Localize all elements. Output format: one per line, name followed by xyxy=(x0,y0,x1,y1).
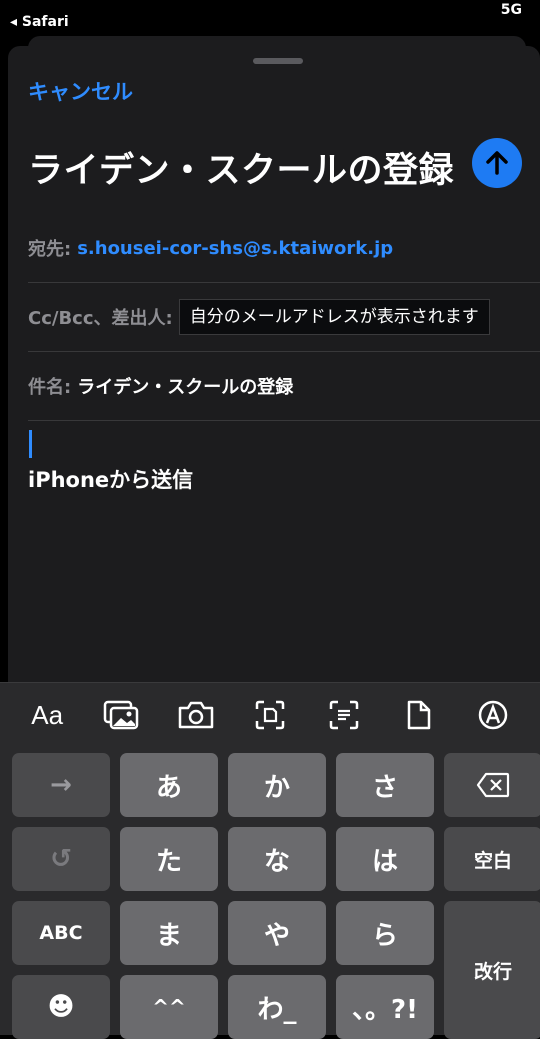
to-recipient[interactable]: s.housei-cor-shs@s.ktaiwork.jp xyxy=(77,238,393,259)
key-label: ABC xyxy=(39,922,83,944)
cc-bcc-from-label: Cc/Bcc、差出人: xyxy=(28,308,173,329)
key-delete[interactable] xyxy=(444,753,540,817)
key-label: わ_ xyxy=(257,994,297,1025)
sheet-grabber[interactable] xyxy=(253,58,303,64)
send-button[interactable] xyxy=(472,138,522,188)
markup-icon xyxy=(478,700,508,730)
scan-text-button[interactable] xyxy=(248,693,292,737)
attach-document-button[interactable] xyxy=(397,693,441,737)
photo-library-icon xyxy=(104,700,139,730)
format-text-label: Aa xyxy=(31,699,64,730)
key-wa[interactable]: わ_ xyxy=(228,975,326,1039)
delete-icon xyxy=(476,772,510,798)
key-emoji[interactable]: ☻ xyxy=(12,975,110,1039)
scan-text-icon xyxy=(255,700,285,730)
key-punctuation[interactable]: 、。?! xyxy=(336,975,434,1039)
keyboard: Aa → あ か さ ↺ た な は 空白 ABC ま や ら 改行 ☻ ^^ … xyxy=(0,682,540,1039)
text-cursor xyxy=(29,430,32,458)
camera-button[interactable] xyxy=(174,693,218,737)
arrow-up-icon xyxy=(486,151,508,175)
subject-field-row[interactable]: 件名: ライデン・スクールの登録 xyxy=(28,352,540,421)
key-a[interactable]: あ xyxy=(120,753,218,817)
emoji-icon: ☻ xyxy=(47,992,75,1022)
cc-bcc-from-row[interactable]: Cc/Bcc、差出人: 自分のメールアドレスが表示されます xyxy=(28,283,540,352)
markup-button[interactable] xyxy=(471,693,515,737)
body-signature[interactable]: iPhoneから送信 xyxy=(28,464,193,494)
key-ka[interactable]: か xyxy=(228,753,326,817)
key-na[interactable]: な xyxy=(228,827,326,891)
from-address-field[interactable]: 自分のメールアドレスが表示されます xyxy=(178,299,490,335)
key-label: か xyxy=(263,772,290,803)
camera-icon xyxy=(178,701,213,729)
key-label: 改行 xyxy=(473,960,512,983)
key-label: さ xyxy=(371,772,398,803)
key-ta[interactable]: た xyxy=(120,827,218,891)
key-label: 、。?! xyxy=(352,994,418,1025)
key-label: あ xyxy=(155,772,182,803)
document-icon xyxy=(407,700,430,730)
key-undo[interactable]: ↺ xyxy=(12,827,110,891)
keyboard-toolbar: Aa xyxy=(0,683,540,747)
status-network: 5G xyxy=(500,2,522,18)
key-ya[interactable]: や xyxy=(228,901,326,965)
cancel-button[interactable]: キャンセル xyxy=(28,76,133,106)
key-label: や xyxy=(263,920,290,951)
compose-title: ライデン・スクールの登録 xyxy=(28,151,455,191)
key-label: た xyxy=(155,846,182,877)
format-text-button[interactable]: Aa xyxy=(25,693,69,737)
undo-icon: ↺ xyxy=(50,844,72,874)
arrow-right-icon: → xyxy=(50,770,72,800)
key-ra[interactable]: ら xyxy=(336,901,434,965)
key-label: ま xyxy=(155,920,182,951)
key-label: ^^ xyxy=(152,995,186,1019)
key-label: は xyxy=(371,846,398,877)
key-kaomoji[interactable]: ^^ xyxy=(120,975,218,1039)
key-label: ら xyxy=(371,920,398,951)
key-abc[interactable]: ABC xyxy=(12,901,110,965)
subject-input[interactable]: ライデン・スクールの登録 xyxy=(77,373,293,399)
photo-library-button[interactable] xyxy=(99,693,143,737)
scan-document-icon xyxy=(330,700,359,730)
back-to-safari[interactable]: ◂ Safari xyxy=(10,14,69,30)
to-field-row[interactable]: 宛先: s.housei-cor-shs@s.ktaiwork.jp xyxy=(28,214,540,283)
subject-label: 件名: xyxy=(28,377,72,398)
key-space[interactable]: 空白 xyxy=(444,827,540,891)
scan-document-button[interactable] xyxy=(322,693,366,737)
key-arrow-right[interactable]: → xyxy=(12,753,110,817)
key-label: な xyxy=(263,846,290,877)
key-sa[interactable]: さ xyxy=(336,753,434,817)
key-label: 空白 xyxy=(473,849,512,872)
key-return[interactable]: 改行 xyxy=(444,901,540,1039)
key-ha[interactable]: は xyxy=(336,827,434,891)
to-label: 宛先: xyxy=(28,239,72,260)
key-ma[interactable]: ま xyxy=(120,901,218,965)
